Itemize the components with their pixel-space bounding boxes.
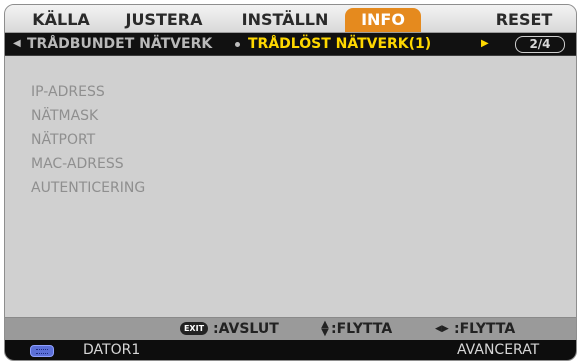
exit-hint: :AVSLUT (213, 321, 279, 337)
projector-menu: KÄLLA JUSTERA INSTÄLLN INFO RESET ◀ TRÅD… (4, 4, 577, 361)
tab-installn[interactable]: INSTÄLLN (233, 8, 337, 32)
item-ip-address: IP-ADRESS (31, 84, 105, 100)
item-netmask: NÄTMASK (31, 108, 99, 124)
computer-source-icon (30, 345, 54, 357)
tab-info[interactable]: INFO (345, 8, 421, 32)
move-horizontal-hint: :FLYTTA (454, 321, 516, 337)
item-mac-address: MAC-ADRESS (31, 156, 124, 172)
left-arrow-icon[interactable]: ◀ (13, 33, 21, 55)
status-bar: DATOR1 AVANCERAT (5, 340, 576, 360)
exit-key-icon: EXIT (180, 322, 208, 335)
up-down-arrows-icon: ▲ ▼ (321, 319, 329, 338)
subtab-wireless-network[interactable]: TRÅDLÖST NÄTVERK(1) (248, 33, 431, 55)
right-arrow-icon[interactable]: ▶ (481, 33, 489, 55)
menu-mode-label: AVANCERAT (457, 342, 540, 358)
subtab-wired-network[interactable]: TRÅDBUNDET NÄTVERK (27, 33, 212, 55)
tab-reset[interactable]: RESET (487, 8, 561, 32)
tab-bar: KÄLLA JUSTERA INSTÄLLN INFO RESET (5, 5, 576, 33)
info-content: IP-ADRESS NÄTMASK NÄTPORT MAC-ADRESS AUT… (5, 56, 576, 320)
separator-dot-icon (235, 42, 240, 47)
item-authentication: AUTENTICERING (31, 180, 146, 196)
sub-navigation: ◀ TRÅDBUNDET NÄTVERK TRÅDLÖST NÄTVERK(1)… (5, 33, 576, 56)
page-indicator: 2/4 (515, 36, 565, 53)
move-vertical-hint: :FLYTTA (331, 321, 393, 337)
hint-bar: EXIT :AVSLUT ▲ ▼ :FLYTTA ◀▶ :FLYTTA (5, 317, 576, 340)
item-gateway: NÄTPORT (31, 132, 96, 148)
source-label: DATOR1 (83, 342, 141, 358)
tab-justera[interactable]: JUSTERA (117, 8, 211, 32)
tab-kalla[interactable]: KÄLLA (25, 8, 97, 32)
left-right-arrows-icon: ◀▶ (435, 324, 449, 334)
